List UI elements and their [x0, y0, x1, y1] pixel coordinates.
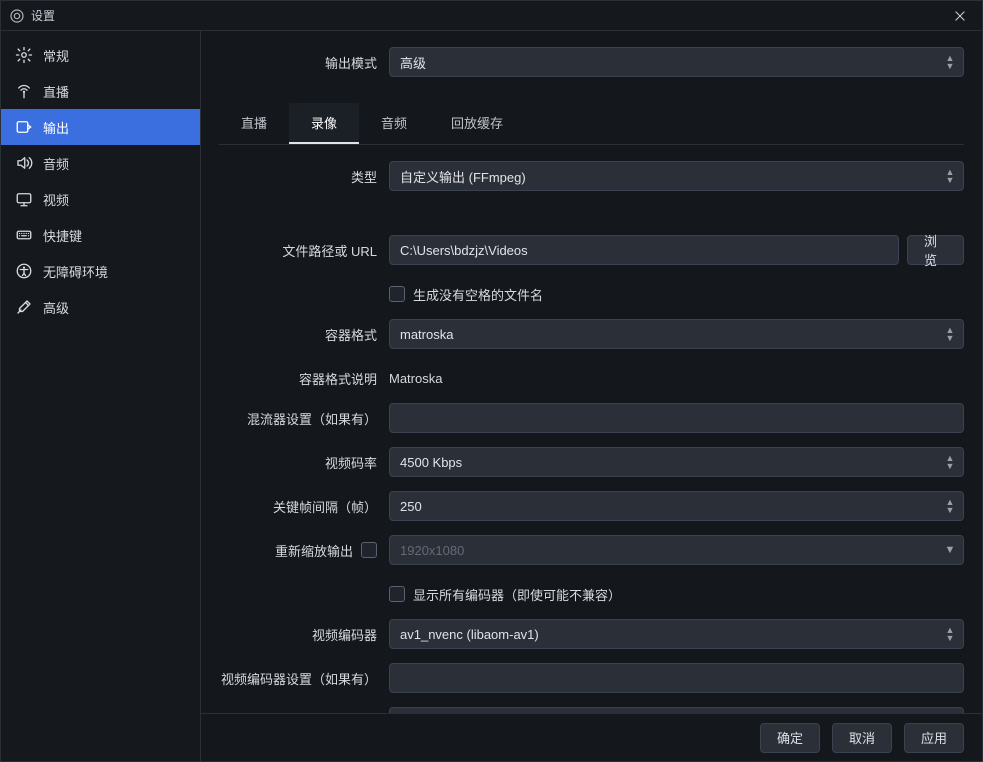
sidebar-item-hotkeys[interactable]: 快捷键	[1, 217, 200, 253]
video-encoder-label: 视频编码器	[219, 625, 389, 644]
keyframe-interval-input[interactable]: 250 ▲▼	[389, 491, 964, 521]
muxer-settings-label: 混流器设置（如果有）	[219, 409, 389, 428]
output-tabs: 直播 录像 音频 回放缓存	[219, 103, 964, 145]
monitor-icon	[15, 190, 33, 208]
sidebar-item-label: 音频	[43, 154, 69, 173]
no-space-filename-checkbox[interactable]: 生成没有空格的文件名	[389, 285, 543, 304]
sidebar: 常规 直播 输出 音频 视频 快捷键	[1, 31, 201, 761]
dropdown-arrows-icon: ▲▼	[941, 50, 959, 74]
rescale-output-checkbox[interactable]	[361, 542, 377, 558]
dropdown-arrows-icon: ▲▼	[941, 164, 959, 188]
checkbox-icon	[389, 586, 405, 602]
show-all-encoders-checkbox[interactable]: 显示所有编码器（即使可能不兼容）	[389, 585, 621, 604]
sidebar-item-label: 常规	[43, 46, 69, 65]
dropdown-arrows-icon: ▲▼	[941, 622, 959, 646]
sidebar-item-accessibility[interactable]: 无障碍环境	[1, 253, 200, 289]
video-encoder-settings-input[interactable]	[389, 663, 964, 693]
chevron-down-icon: ▲▼	[941, 538, 959, 562]
browse-button[interactable]: 浏览	[907, 235, 964, 265]
settings-window: 设置 常规 直播 输出 音频	[0, 0, 983, 762]
sidebar-item-general[interactable]: 常规	[1, 37, 200, 73]
sidebar-item-label: 直播	[43, 82, 69, 101]
tools-icon	[15, 298, 33, 316]
tab-audio[interactable]: 音频	[359, 103, 429, 144]
speaker-icon	[15, 154, 33, 172]
main-panel: 输出模式 高级 ▲▼ 直播 录像 音频 回放缓存	[201, 31, 982, 761]
close-button[interactable]	[946, 2, 974, 30]
sidebar-item-label: 输出	[43, 118, 69, 137]
container-desc-value: Matroska	[389, 371, 442, 386]
sidebar-item-stream[interactable]: 直播	[1, 73, 200, 109]
container-format-select[interactable]: matroska ▲▼	[389, 319, 964, 349]
antenna-icon	[15, 82, 33, 100]
app-icon	[9, 8, 25, 24]
output-mode-label: 输出模式	[219, 53, 389, 72]
recording-type-select[interactable]: 自定义输出 (FFmpeg) ▲▼	[389, 161, 964, 191]
output-icon	[15, 118, 33, 136]
apply-button[interactable]: 应用	[904, 723, 964, 753]
file-path-input[interactable]: C:\Users\bdzjz\Videos	[389, 235, 899, 265]
dropdown-arrows-icon: ▲▼	[941, 322, 959, 346]
spinner-arrows-icon: ▲▼	[941, 450, 959, 474]
ok-button[interactable]: 确定	[760, 723, 820, 753]
spinner-arrows-icon: ▲▼	[941, 494, 959, 518]
type-label: 类型	[219, 167, 389, 186]
gear-icon	[15, 46, 33, 64]
sidebar-item-label: 无障碍环境	[43, 262, 108, 281]
accessibility-icon	[15, 262, 33, 280]
container-desc-label: 容器格式说明	[219, 369, 389, 388]
sidebar-item-output[interactable]: 输出	[1, 109, 200, 145]
video-encoder-settings-label: 视频编码器设置（如果有）	[219, 669, 389, 688]
keyboard-icon	[15, 226, 33, 244]
file-path-label: 文件路径或 URL	[219, 241, 389, 260]
rescale-resolution-select[interactable]: 1920x1080 ▲▼	[389, 535, 964, 565]
dialog-footer: 确定 取消 应用	[201, 713, 982, 761]
sidebar-item-audio[interactable]: 音频	[1, 145, 200, 181]
tab-stream[interactable]: 直播	[219, 103, 289, 144]
container-format-label: 容器格式	[219, 325, 389, 344]
sidebar-item-label: 快捷键	[43, 226, 82, 245]
video-bitrate-label: 视频码率	[219, 453, 389, 472]
video-bitrate-input[interactable]: 4500 Kbps ▲▼	[389, 447, 964, 477]
sidebar-item-label: 视频	[43, 190, 69, 209]
tab-recording[interactable]: 录像	[289, 103, 359, 144]
output-mode-select[interactable]: 高级 ▲▼	[389, 47, 964, 77]
tab-replay-buffer[interactable]: 回放缓存	[429, 103, 525, 144]
audio-bitrate-input[interactable]: 160 Kbps ▲▼	[389, 707, 964, 713]
muxer-settings-input[interactable]	[389, 403, 964, 433]
sidebar-item-advanced[interactable]: 高级	[1, 289, 200, 325]
spinner-arrows-icon: ▲▼	[941, 710, 959, 713]
rescale-label: 重新缩放输出	[275, 541, 353, 560]
window-title: 设置	[31, 7, 55, 24]
video-encoder-select[interactable]: av1_nvenc (libaom-av1) ▲▼	[389, 619, 964, 649]
keyframe-interval-label: 关键帧间隔（帧）	[219, 497, 389, 516]
checkbox-icon	[389, 286, 405, 302]
sidebar-item-label: 高级	[43, 298, 69, 317]
sidebar-item-video[interactable]: 视频	[1, 181, 200, 217]
cancel-button[interactable]: 取消	[832, 723, 892, 753]
titlebar: 设置	[1, 1, 982, 31]
